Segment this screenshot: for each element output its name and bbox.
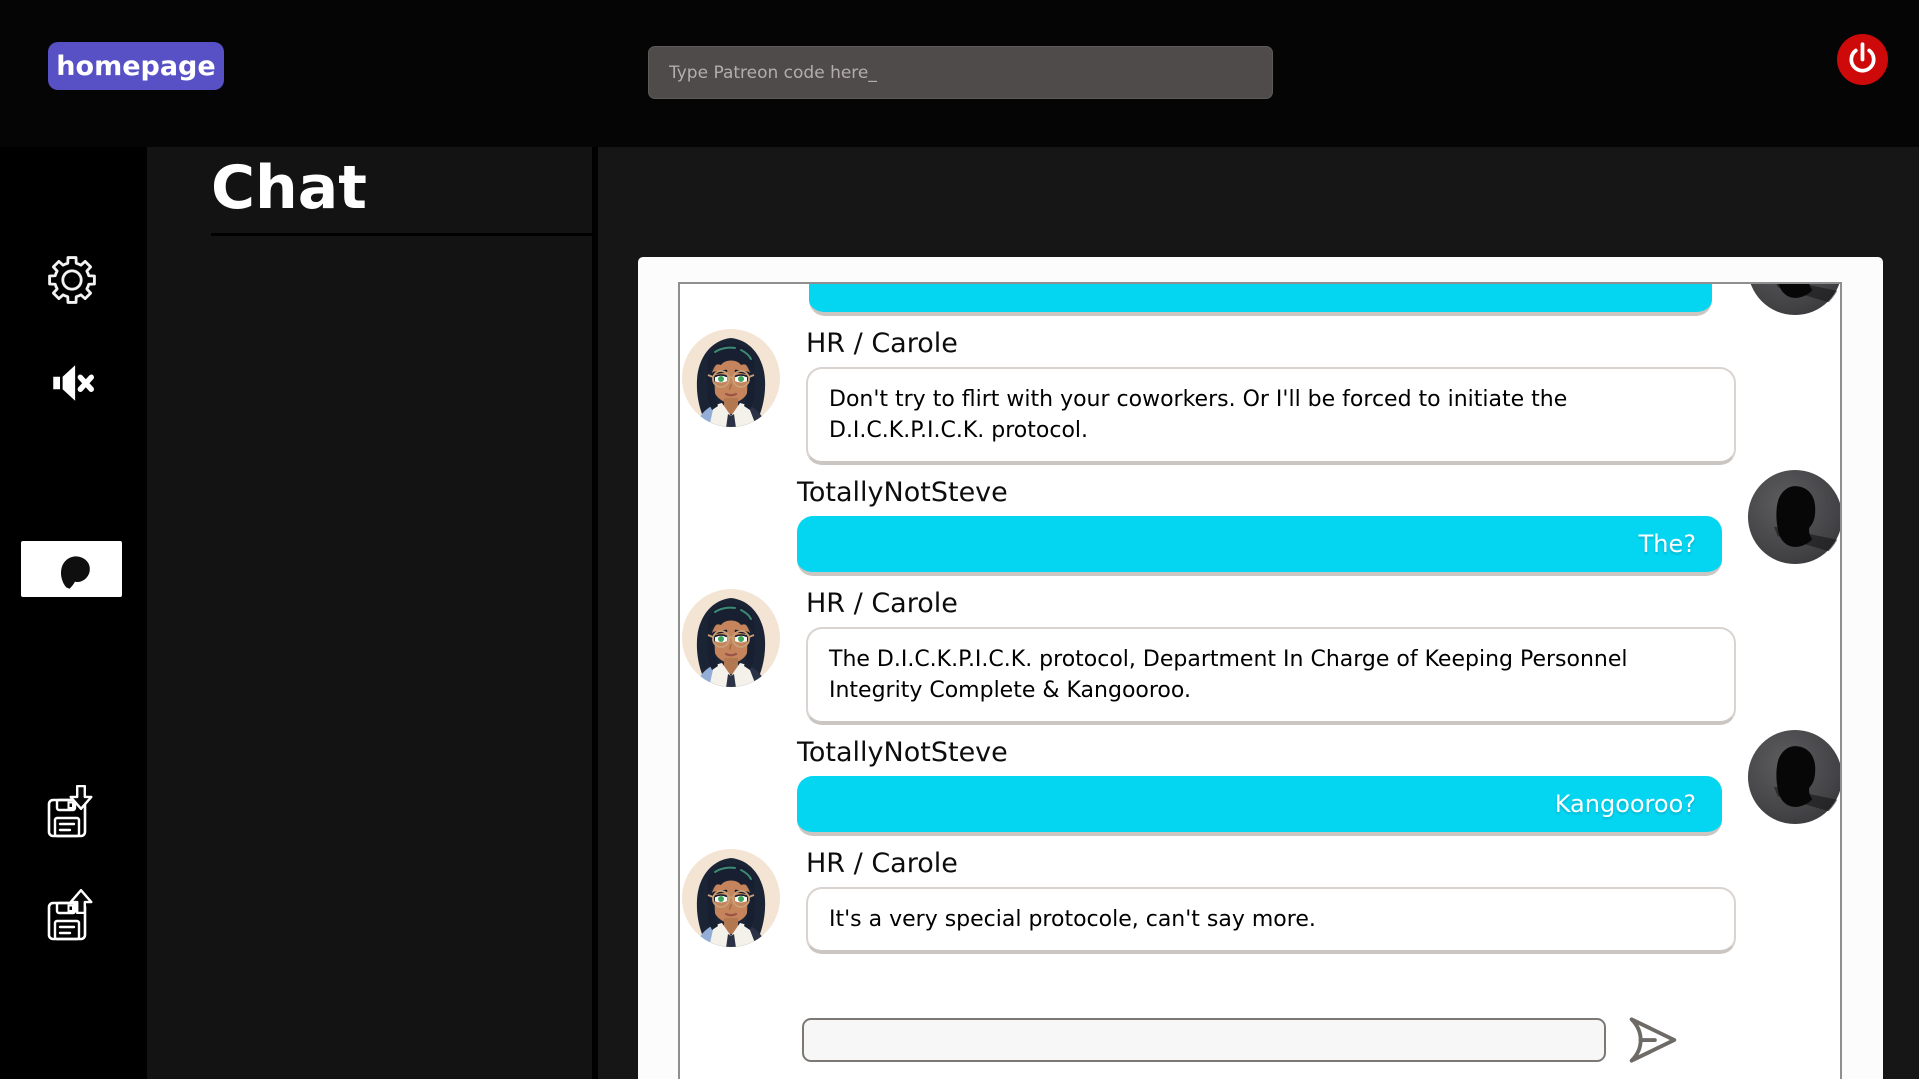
message-author: HR / Carole [806,588,1736,619]
avatar-totallynotsteve [1747,729,1840,825]
message-group: TotallyNotSteve The? [680,477,1840,576]
send-button[interactable] [1620,1009,1682,1071]
message-bubble: The D.I.C.K.P.I.C.K. protocol, Departmen… [806,627,1736,725]
power-quit-button[interactable] [1837,34,1888,85]
message-bubble: Don't try to flirt with your coworkers. … [806,367,1736,465]
avatar-carole [681,848,781,948]
chat-panel: HR / Carole Don't try to flirt with your… [678,282,1842,1079]
homepage-button[interactable]: homepage [48,42,224,90]
message-group: HR / Carole It's a very special protocol… [680,848,1840,954]
message-text: The D.I.C.K.P.I.C.K. protocol, Departmen… [829,647,1628,703]
message-scroll-area[interactable]: HR / Carole Don't try to flirt with your… [680,284,1840,969]
sound-muted-icon[interactable] [44,358,100,408]
top-bar: homepage [0,0,1919,147]
patreon-icon[interactable] [21,541,122,597]
message-text: Kangooroo? [1555,790,1696,818]
chat-nav-panel: Chat [147,147,595,1079]
avatar-totallynotsteve-partial [1747,284,1840,316]
message-group: TotallyNotSteve Kangooroo? [680,737,1840,836]
game-screen: homepage Chat [0,0,1919,1079]
load-game-icon[interactable] [44,888,100,946]
message-text: Don't try to flirt with your coworkers. … [829,387,1567,443]
main-panel: HR / Carole Don't try to flirt with your… [598,147,1919,1079]
message-author: HR / Carole [806,328,1736,359]
chat-message-input[interactable] [802,1018,1606,1062]
title-underline [211,233,597,236]
message-bubble: Kangooroo? [797,776,1722,836]
patreon-code-input[interactable] [648,46,1273,99]
chat-window: HR / Carole Don't try to flirt with your… [638,257,1883,1079]
avatar-carole [681,588,781,688]
power-icon [1841,38,1884,81]
message-bubble: The? [797,516,1722,576]
sidebar [0,147,147,1079]
message-author: HR / Carole [806,848,1736,879]
send-paper-plane-icon [1620,1009,1682,1071]
settings-gear-icon[interactable] [46,254,98,306]
message-group: HR / Carole The D.I.C.K.P.I.C.K. protoco… [680,588,1840,725]
message-text: The? [1639,530,1696,558]
avatar-carole [681,328,781,428]
message-group: HR / Carole Don't try to flirt with your… [680,328,1840,465]
partial-older-message-bubble [809,284,1712,316]
message-bubble: It's a very special protocole, can't say… [806,887,1736,954]
avatar-totallynotsteve [1747,469,1840,565]
message-text: It's a very special protocole, can't say… [829,907,1316,932]
page-title: Chat [211,153,367,223]
save-game-icon[interactable] [44,785,100,843]
message-author: TotallyNotSteve [797,477,1722,508]
message-author: TotallyNotSteve [797,737,1722,768]
